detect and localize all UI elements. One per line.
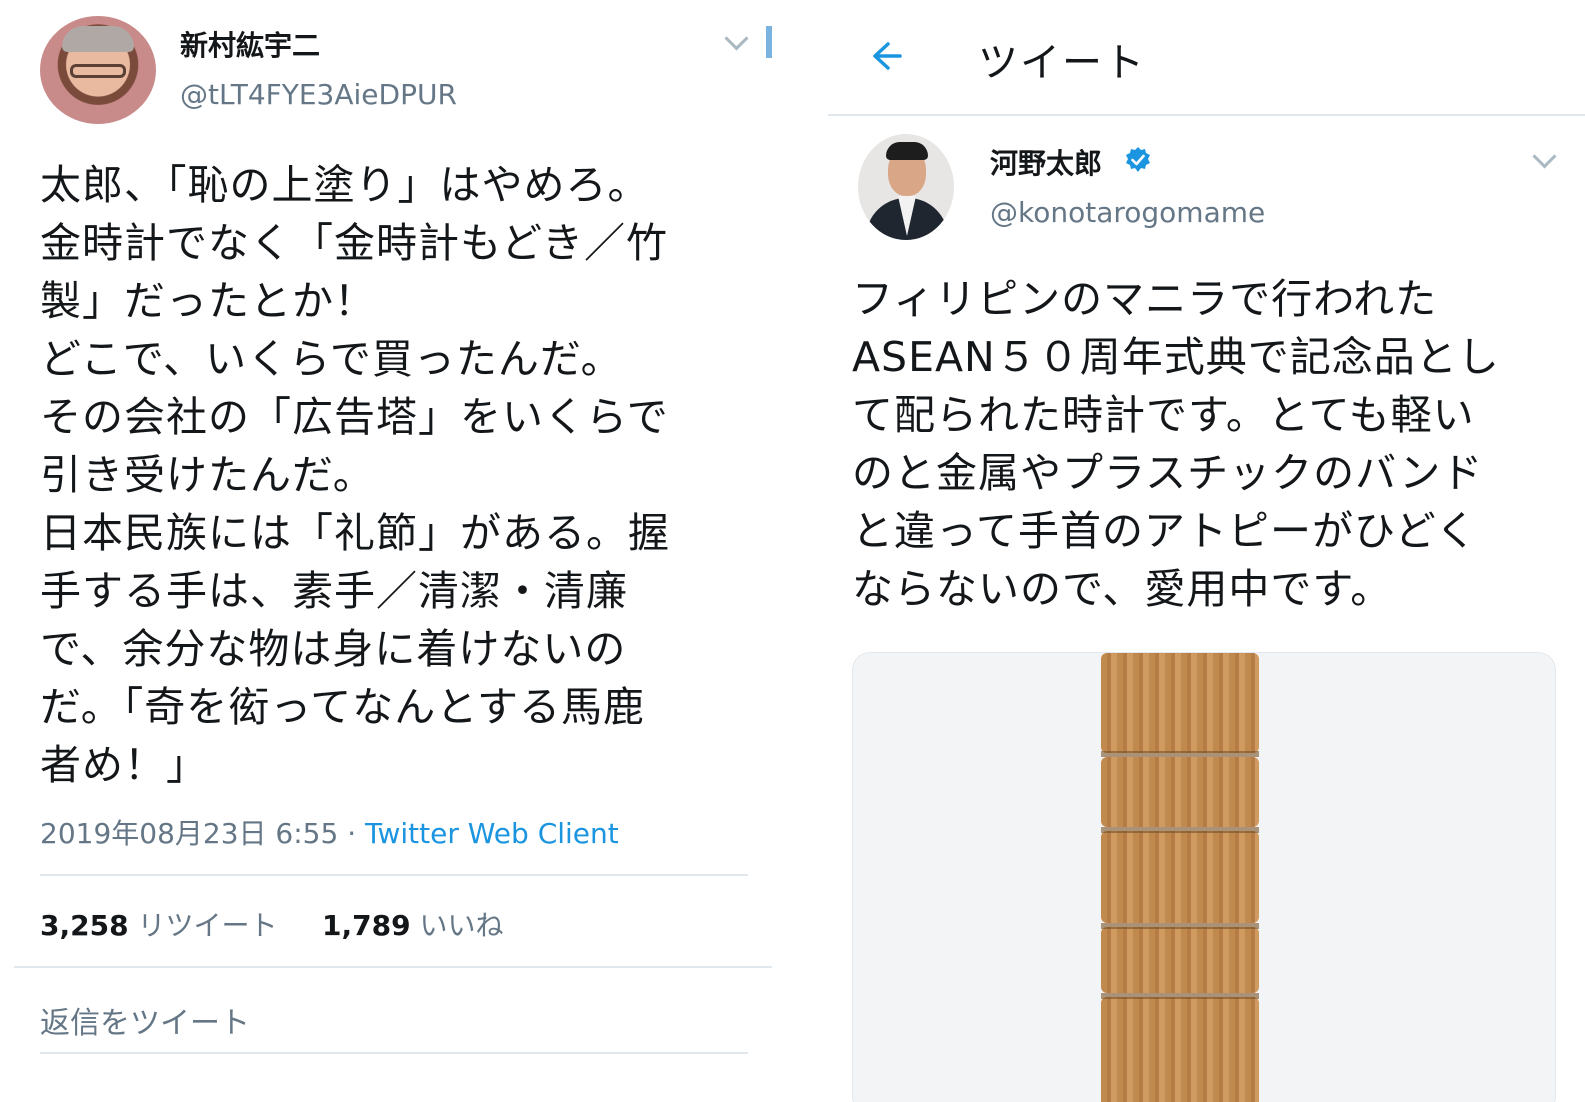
- header-divider: [828, 114, 1585, 116]
- divider: [14, 966, 772, 968]
- retweets-stat[interactable]: 3,258 リツイート: [40, 909, 278, 942]
- back-arrow-icon[interactable]: [868, 38, 904, 74]
- avatar[interactable]: [40, 16, 156, 124]
- scroll-indicator: [766, 26, 772, 58]
- tweet-text-line: ならないので、愛用中です。: [852, 565, 1393, 613]
- tweet-text-line: 手する手は、素手／清潔・清廉: [40, 567, 628, 615]
- client-link[interactable]: Twitter Web Client: [365, 817, 619, 850]
- likes-count: 1,789: [322, 909, 411, 942]
- tweet-text: フィリピンのマニラで行われた ASEAN５０周年式典で記念品とし て配られた時計…: [852, 270, 1500, 618]
- avatar[interactable]: [858, 134, 954, 240]
- tweet-text-line: 引き受けたんだ。: [40, 451, 375, 499]
- author-handle[interactable]: @tLT4FYE3AieDPUR: [180, 78, 457, 111]
- retweets-label: リツイート: [137, 909, 278, 942]
- page-title: ツイート: [978, 40, 1146, 86]
- retweets-count: 3,258: [40, 909, 129, 942]
- panel-gap: [800, 0, 828, 1102]
- tweet-text-line: 製」だったとか！: [40, 277, 376, 325]
- likes-stat[interactable]: 1,789 いいね: [322, 909, 504, 942]
- tweet-text-line: 者め！」: [40, 741, 208, 789]
- meta-separator: ·: [338, 817, 365, 850]
- tweet-text-line: フィリピンのマニラで行われた: [852, 275, 1438, 323]
- tweet-text-line: 太郎、「恥の上塗り」はやめろ。: [40, 161, 650, 209]
- reply-input[interactable]: 返信をツイート: [40, 998, 250, 1042]
- author-handle[interactable]: @konotarogomame: [990, 196, 1265, 229]
- chevron-down-icon[interactable]: [1532, 144, 1557, 169]
- tweet-timestamp[interactable]: 2019年08月23日 6:55: [40, 817, 338, 850]
- right-tweet-panel: ツイート 河野太郎 @konotarogomame フィリピンのマニラで行われた…: [828, 0, 1585, 1102]
- tweet-text-line: どこで、いくらで買ったんだ。: [40, 335, 623, 383]
- tweet-text-line: で、余分な物は身に着けないの: [40, 625, 627, 673]
- left-tweet-panel: 新村紘宇二 @tLT4FYE3AieDPUR 太郎、「恥の上塗り」はやめろ。 金…: [0, 0, 800, 1102]
- divider: [40, 874, 748, 876]
- tweet-photo-bamboo-watch[interactable]: [852, 652, 1556, 1102]
- reply-underline: [40, 1052, 748, 1054]
- tweet-text-line: 金時計でなく「金時計もどき／竹: [40, 219, 668, 267]
- verified-badge-icon: [1126, 147, 1150, 172]
- author-name[interactable]: 新村紘宇二: [180, 24, 320, 64]
- tweet-text-line: て配られた時計です。とても軽い: [852, 391, 1475, 439]
- tweet-text-line: と違って手首のアトピーがひどく: [852, 507, 1478, 555]
- likes-label: いいね: [419, 909, 504, 942]
- chevron-down-icon[interactable]: [724, 26, 749, 51]
- tweet-text-line: ASEAN５０周年式典で記念品とし: [852, 333, 1500, 381]
- tweet-meta: 2019年08月23日 6:55 · Twitter Web Client: [40, 812, 619, 852]
- engagement-stats: 3,258 リツイート 1,789 いいね: [40, 904, 504, 944]
- tweet-text-line: その会社の「広告塔」をいくらで: [40, 393, 669, 441]
- author-name[interactable]: 河野太郎: [990, 142, 1102, 182]
- tweet-text: 太郎、「恥の上塗り」はやめろ。 金時計でなく「金時計もどき／竹 製」だったとか！…: [40, 156, 670, 794]
- tweet-text-line: のと金属やプラスチックのバンド: [852, 449, 1484, 497]
- tweet-text-line: だ。「奇を衒ってなんとする馬鹿: [40, 683, 645, 731]
- tweet-text-line: 日本民族には「礼節」がある。握: [40, 509, 670, 557]
